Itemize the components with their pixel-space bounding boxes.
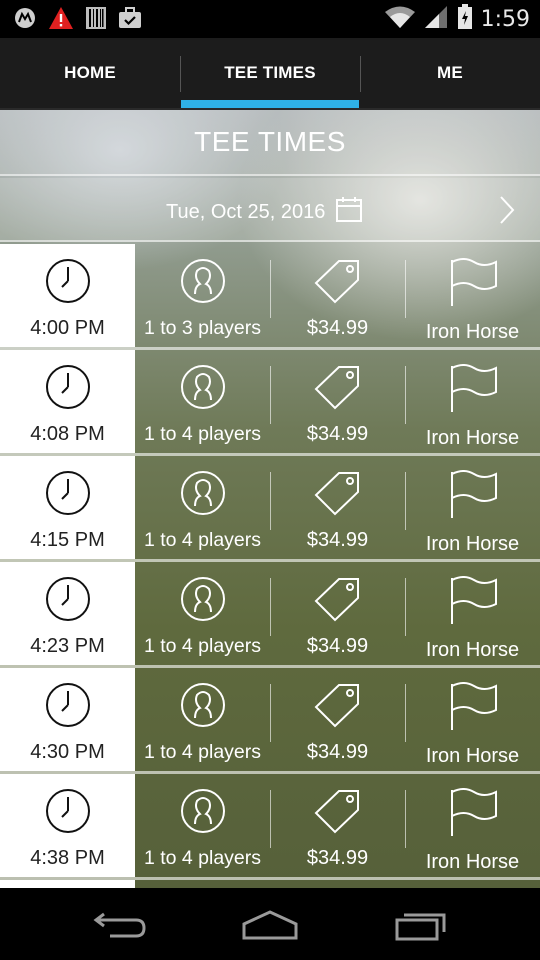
player-icon <box>180 258 226 309</box>
clock-icon <box>45 258 91 309</box>
time-cell: 4:15 PM <box>0 456 135 559</box>
flag-icon <box>448 682 498 737</box>
status-bar: 1:59 <box>0 0 540 38</box>
status-time: 1:59 <box>480 7 530 32</box>
course-label: Iron Horse <box>425 321 520 343</box>
tee-time-row-partial[interactable] <box>0 880 540 888</box>
tab-tee-times-label: TEE TIMES <box>224 63 316 82</box>
price-tag-icon <box>313 364 363 415</box>
clock-icon <box>45 364 91 415</box>
title-band: TEE TIMES <box>0 110 540 176</box>
players-label: 1 to 4 players <box>143 741 262 763</box>
time-cell: 4:23 PM <box>0 562 135 665</box>
tee-time-row[interactable]: 4:30 PM 1 to 4 players $34.99 Iron Horse <box>0 668 540 774</box>
signal-icon <box>423 5 449 34</box>
price-label: $34.99 <box>306 529 369 551</box>
flag-icon <box>448 788 498 843</box>
course-label: Iron Horse <box>425 745 520 767</box>
barcode-icon <box>86 6 106 35</box>
price-label: $34.99 <box>306 317 369 339</box>
briefcase-check-icon <box>118 6 142 35</box>
tee-time-label: 4:38 PM <box>30 847 105 869</box>
battery-icon <box>457 4 473 35</box>
motorola-icon <box>14 7 36 34</box>
back-icon[interactable] <box>92 910 148 945</box>
calendar-icon <box>335 195 363 229</box>
recent-apps-icon[interactable] <box>394 908 450 947</box>
player-icon <box>180 682 226 733</box>
tab-home[interactable]: HOME <box>0 38 180 108</box>
player-icon <box>180 576 226 627</box>
warning-icon <box>48 6 74 35</box>
price-label: $34.99 <box>306 635 369 657</box>
home-icon[interactable] <box>242 910 298 945</box>
tee-time-label: 4:30 PM <box>30 741 105 763</box>
tee-time-label: 4:23 PM <box>30 635 105 657</box>
price-label: $34.99 <box>306 847 369 869</box>
time-cell <box>0 880 135 888</box>
tee-time-label: 4:15 PM <box>30 529 105 551</box>
tab-bar: HOME TEE TIMES ME <box>0 38 540 110</box>
price-tag-icon <box>313 576 363 627</box>
course-label: Iron Horse <box>425 639 520 661</box>
clock-icon <box>45 788 91 839</box>
date-picker[interactable]: Tue, Oct 25, 2016 <box>166 195 363 229</box>
course-label: Iron Horse <box>425 851 520 873</box>
flag-icon <box>448 364 498 419</box>
tab-home-label: HOME <box>64 63 116 82</box>
tee-time-row[interactable]: 4:38 PM 1 to 4 players $34.99 Iron Horse <box>0 774 540 880</box>
tee-time-row[interactable]: 4:15 PM 1 to 4 players $34.99 Iron Horse <box>0 456 540 562</box>
flag-icon <box>448 470 498 525</box>
tee-time-label: 4:08 PM <box>30 423 105 445</box>
players-label: 1 to 4 players <box>143 635 262 657</box>
time-cell: 4:30 PM <box>0 668 135 771</box>
tee-time-row[interactable]: 4:23 PM 1 to 4 players $34.99 Iron Horse <box>0 562 540 668</box>
course-label: Iron Horse <box>425 533 520 555</box>
player-icon <box>180 364 226 415</box>
time-cell: 4:08 PM <box>0 350 135 453</box>
tab-me-label: ME <box>437 63 463 82</box>
clock-icon <box>45 576 91 627</box>
date-label: Tue, Oct 25, 2016 <box>166 200 326 223</box>
tee-time-list: 4:00 PM 1 to 3 players $34.99 Iron Horse… <box>0 244 540 888</box>
next-date-chevron-icon[interactable] <box>496 194 518 226</box>
flag-icon <box>448 576 498 631</box>
course-label: Iron Horse <box>425 427 520 449</box>
page-title: TEE TIMES <box>194 126 346 157</box>
clock-icon <box>45 682 91 733</box>
tee-time-row[interactable]: 4:00 PM 1 to 3 players $34.99 Iron Horse <box>0 244 540 350</box>
tee-time-row[interactable]: 4:08 PM 1 to 4 players $34.99 Iron Horse <box>0 350 540 456</box>
price-tag-icon <box>313 258 363 309</box>
price-tag-icon <box>313 682 363 733</box>
tab-tee-times[interactable]: TEE TIMES <box>180 38 360 108</box>
players-label: 1 to 4 players <box>143 847 262 869</box>
time-cell: 4:38 PM <box>0 774 135 877</box>
date-selector: Tue, Oct 25, 2016 <box>0 178 540 242</box>
price-tag-icon <box>313 788 363 839</box>
players-label: 1 to 4 players <box>143 423 262 445</box>
price-tag-icon <box>313 470 363 521</box>
time-cell: 4:00 PM <box>0 244 135 347</box>
system-nav-bar <box>0 888 540 960</box>
price-label: $34.99 <box>306 423 369 445</box>
player-icon <box>180 788 226 839</box>
players-label: 1 to 4 players <box>143 529 262 551</box>
wifi-icon <box>384 5 415 34</box>
player-icon <box>180 470 226 521</box>
clock-icon <box>45 470 91 521</box>
flag-icon <box>448 258 498 313</box>
price-label: $34.99 <box>306 741 369 763</box>
tee-time-label: 4:00 PM <box>30 317 105 339</box>
tab-me[interactable]: ME <box>360 38 540 108</box>
players-label: 1 to 3 players <box>143 317 262 339</box>
main-content: TEE TIMES Tue, Oct 25, 2016 4:00 PM 1 to… <box>0 110 540 888</box>
